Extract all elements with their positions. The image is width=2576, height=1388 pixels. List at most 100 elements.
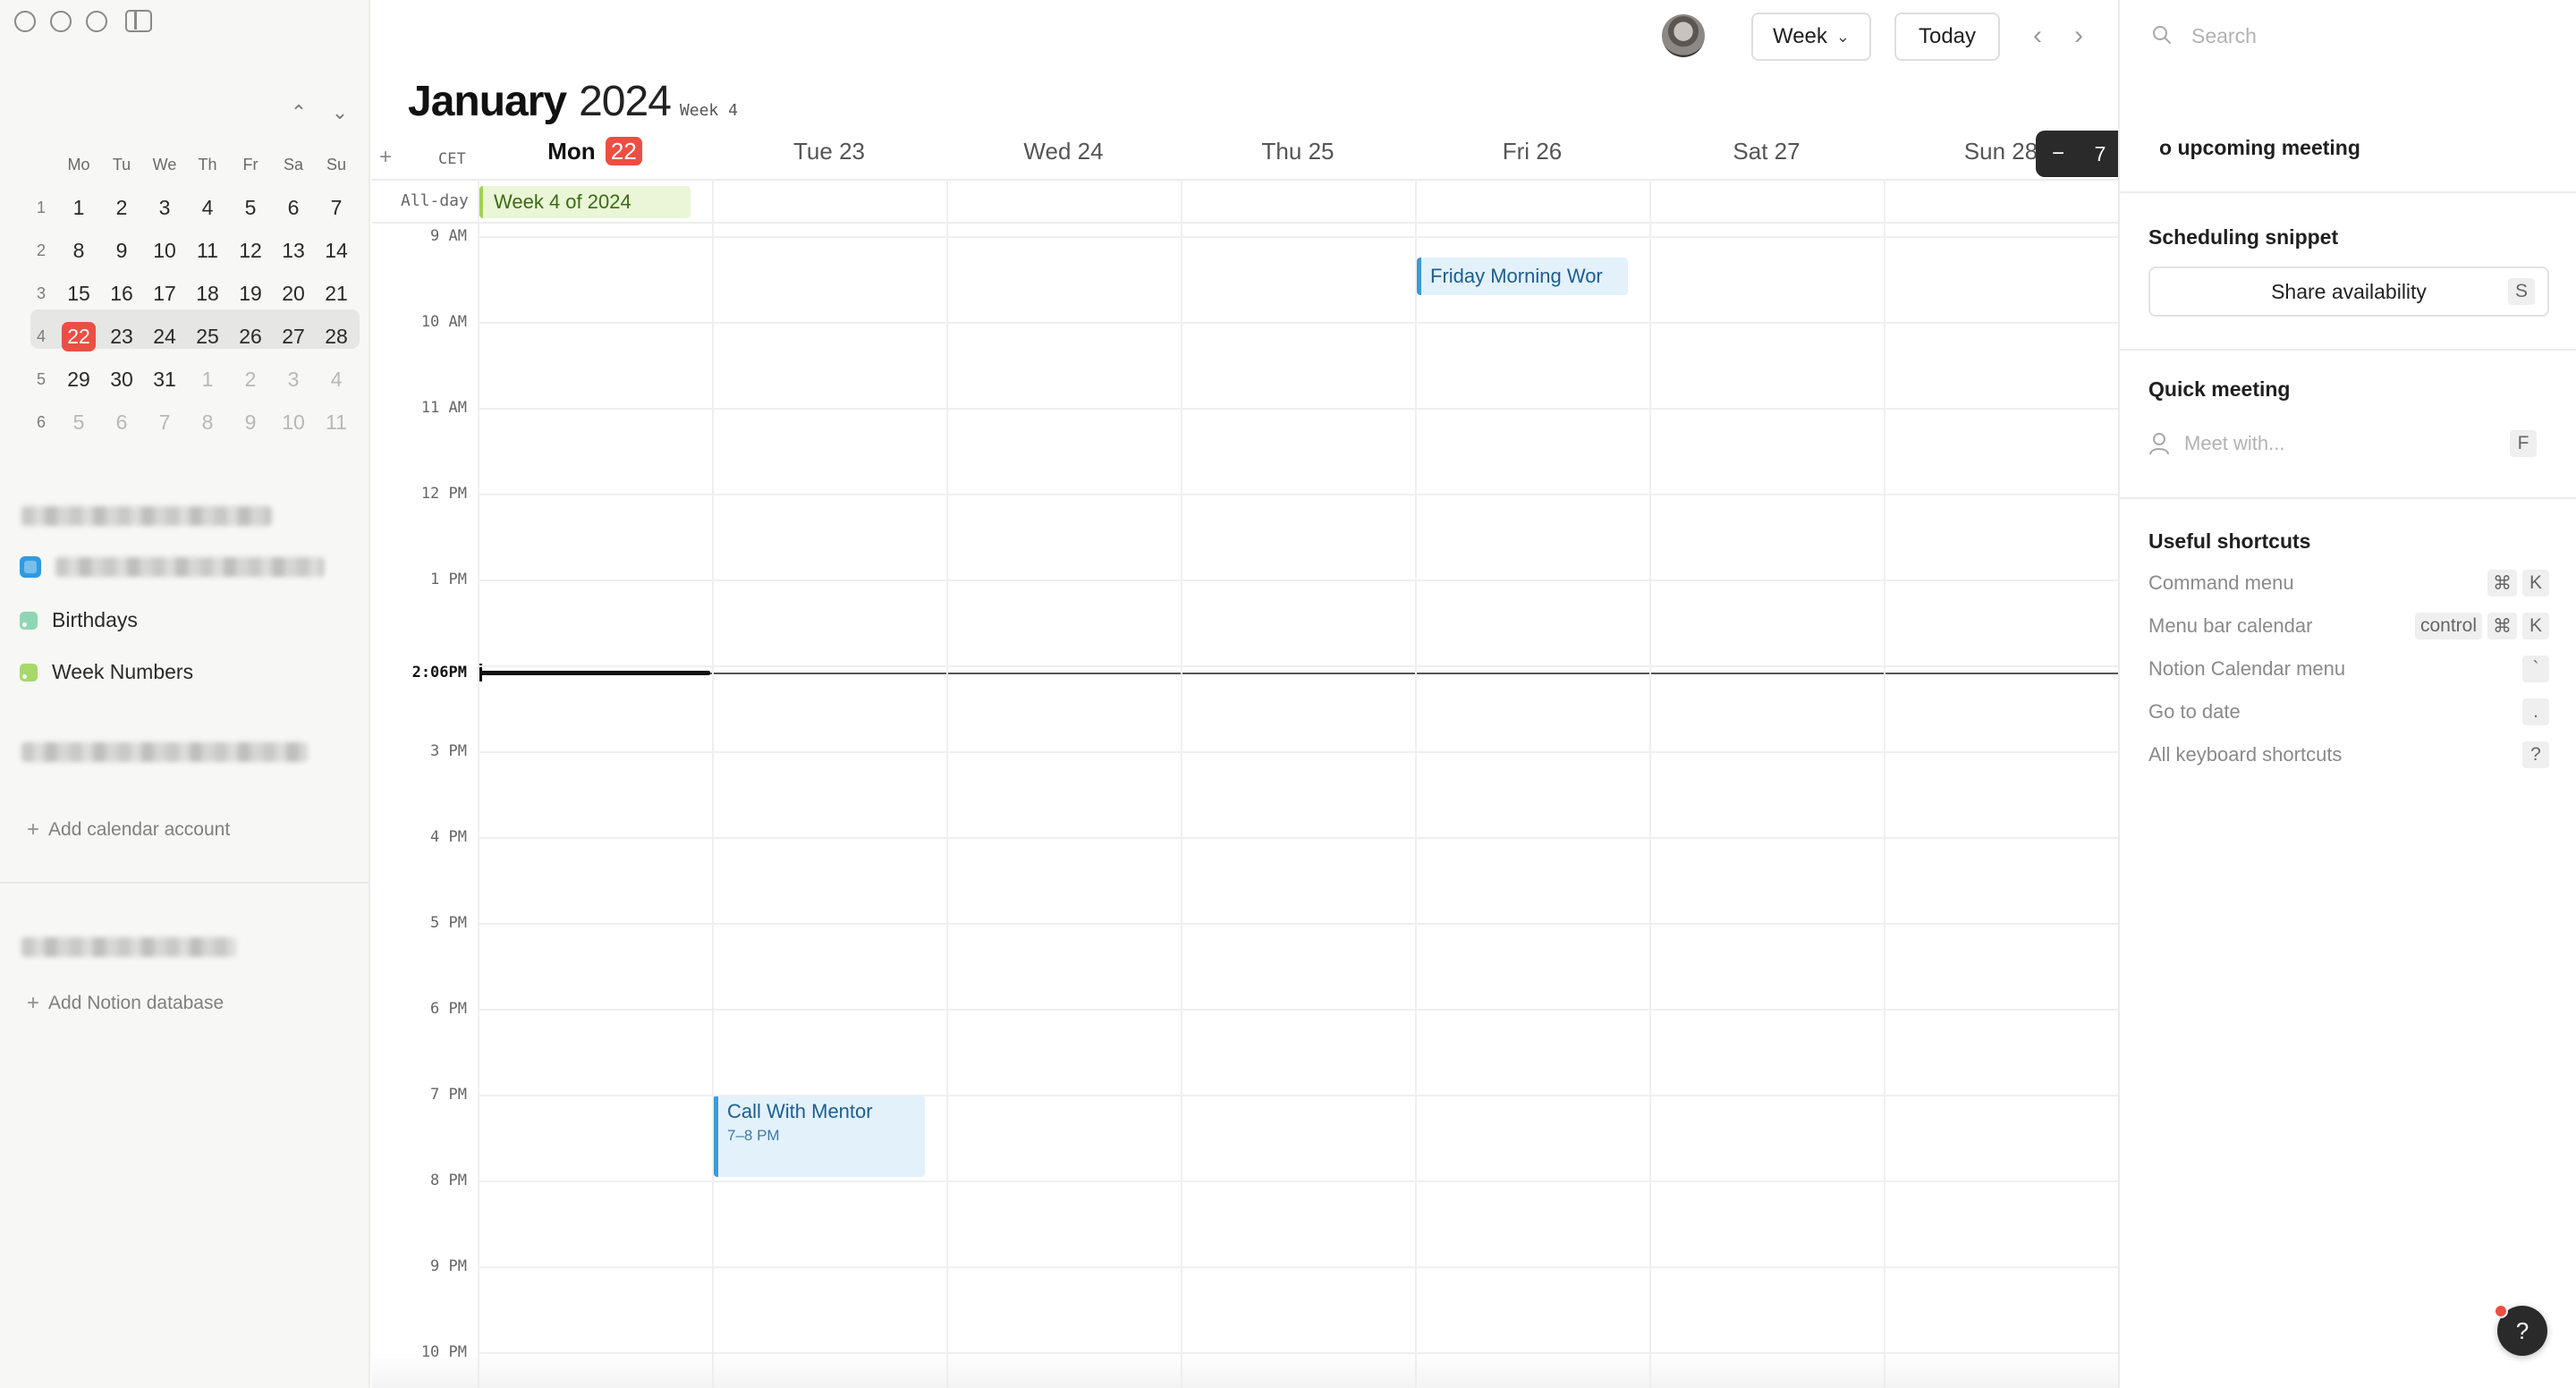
person-icon: [2148, 432, 2170, 455]
mini-calendar-day[interactable]: 30: [100, 361, 143, 397]
add-calendar-account-link[interactable]: + Add calendar account: [27, 817, 230, 842]
week-number[interactable]: 5: [25, 370, 57, 389]
calendar-checkbox-icon[interactable]: [20, 556, 41, 578]
mini-calendar-day[interactable]: 11: [186, 233, 229, 268]
time-grid[interactable]: 2:06PM Friday Morning Wor Call With Ment…: [372, 225, 2118, 1388]
week-number[interactable]: 4: [25, 327, 57, 346]
mini-calendar-day[interactable]: 2: [100, 190, 143, 225]
week-number[interactable]: 6: [25, 413, 57, 432]
mini-calendar-day[interactable]: 31: [143, 361, 186, 397]
shortcut-row[interactable]: Go to date.: [2148, 696, 2549, 728]
shortcut-row[interactable]: Menu bar calendarcontrol⌘K: [2148, 610, 2549, 642]
decrease-columns-button[interactable]: −: [2041, 137, 2075, 171]
mini-calendar-day[interactable]: 10: [272, 404, 315, 440]
shortcut-row[interactable]: Command menu⌘K: [2148, 567, 2549, 599]
mini-calendar-day[interactable]: 21: [315, 275, 358, 311]
meet-with-input[interactable]: [2184, 432, 2479, 455]
mini-calendar-week[interactable]: 6567891011: [25, 401, 358, 444]
mini-calendar-day[interactable]: 1: [57, 190, 100, 225]
chevron-up-icon[interactable]: ⌃: [286, 100, 311, 125]
view-selector-button[interactable]: Week ⌄: [1751, 13, 1871, 61]
mini-calendar-week[interactable]: 289 10 1112 13 14: [25, 229, 358, 272]
mini-calendar-day[interactable]: 3: [143, 190, 186, 225]
hour-label: 10 PM: [372, 1343, 467, 1361]
chevron-right-icon[interactable]: ›: [2063, 20, 2095, 52]
mini-calendar-day[interactable]: 17: [143, 275, 186, 311]
add-notion-database-link[interactable]: + Add Notion database: [27, 991, 224, 1016]
mini-calendar-week[interactable]: 52930311234: [25, 358, 358, 401]
mini-calendar-day[interactable]: 29: [57, 361, 100, 397]
mini-calendar-week[interactable]: 11234567: [25, 186, 358, 229]
mini-calendar-day[interactable]: 6: [272, 190, 315, 225]
event-call-with-mentor[interactable]: Call With Mentor 7–8 PM: [714, 1095, 925, 1177]
mini-calendar-day[interactable]: 8: [186, 404, 229, 440]
day-column-header[interactable]: Thu 25: [1181, 138, 1415, 165]
chevron-left-icon[interactable]: ‹: [2021, 20, 2054, 52]
mini-calendar-day[interactable]: 18: [186, 275, 229, 311]
mini-calendar-day[interactable]: 22: [57, 318, 100, 354]
mini-calendar-day[interactable]: 26: [229, 318, 272, 354]
share-availability-button[interactable]: Share availability S: [2148, 267, 2549, 317]
week-number[interactable]: 1: [25, 199, 57, 217]
mini-calendar-day[interactable]: 5: [57, 404, 100, 440]
sidebar-toggle-icon[interactable]: [125, 10, 152, 32]
mini-calendar-day[interactable]: 4: [315, 361, 358, 397]
day-number: 10: [153, 239, 176, 263]
search-input[interactable]: [2191, 20, 2531, 52]
day-column-header[interactable]: Mon 22: [478, 138, 712, 165]
mini-calendar-day[interactable]: 12: [229, 233, 272, 268]
mini-calendar-day[interactable]: 5: [229, 190, 272, 225]
meet-with-row[interactable]: F: [2148, 426, 2549, 461]
day-column-header[interactable]: Wed 24: [946, 138, 1181, 165]
window-minimize-icon[interactable]: [50, 11, 72, 32]
day-name: Thu: [1262, 138, 1302, 165]
mini-calendar-day[interactable]: 2: [229, 361, 272, 397]
mini-calendar-day[interactable]: 4: [186, 190, 229, 225]
column-count-stepper[interactable]: − 7 +: [2036, 131, 2118, 177]
mini-calendar-day[interactable]: 10: [143, 233, 186, 268]
mini-calendar-day[interactable]: 3: [272, 361, 315, 397]
calendar-item-primary[interactable]: [20, 556, 324, 578]
mini-calendar-week[interactable]: 315161718192021: [25, 272, 358, 315]
window-close-icon[interactable]: [14, 11, 36, 32]
chevron-down-icon[interactable]: ⌄: [327, 100, 352, 125]
day-column-header[interactable]: Fri 26: [1415, 138, 1649, 165]
mini-calendar-day[interactable]: 28: [315, 318, 358, 354]
mini-calendar-day[interactable]: 9: [100, 233, 143, 268]
window-zoom-icon[interactable]: [86, 11, 107, 32]
day-column-header[interactable]: Sat 27: [1649, 138, 1884, 165]
mini-calendar-day[interactable]: 20: [272, 275, 315, 311]
add-timezone-icon[interactable]: +: [379, 145, 392, 170]
shortcut-row[interactable]: Notion Calendar menu`: [2148, 653, 2549, 685]
mini-calendar-day[interactable]: 7: [143, 404, 186, 440]
mini-calendar-day[interactable]: 1: [186, 361, 229, 397]
mini-calendar-day[interactable]: 8: [57, 233, 100, 268]
day-column-header[interactable]: Tue 23: [712, 138, 946, 165]
event-friday-morning[interactable]: Friday Morning Wor: [1417, 258, 1628, 295]
today-button[interactable]: Today: [1894, 13, 2000, 61]
calendar-item-week-numbers[interactable]: Week Numbers: [20, 660, 193, 684]
mini-calendar-day[interactable]: 6: [100, 404, 143, 440]
avatar[interactable]: [1662, 14, 1705, 57]
mini-calendar-day[interactable]: 15: [57, 275, 100, 311]
mini-calendar-day[interactable]: 23: [100, 318, 143, 354]
mini-calendar-day[interactable]: 7: [315, 190, 358, 225]
mini-calendar-day[interactable]: 9: [229, 404, 272, 440]
mini-calendar-day[interactable]: 11: [315, 404, 358, 440]
week-number[interactable]: 2: [25, 241, 57, 260]
mini-calendar-day[interactable]: 24: [143, 318, 186, 354]
mini-calendar-day[interactable]: 19: [229, 275, 272, 311]
mini-calendar-day[interactable]: 16: [100, 275, 143, 311]
calendar-item-birthdays[interactable]: Birthdays: [20, 608, 138, 632]
mini-calendar-week[interactable]: 422232425262728: [25, 315, 358, 358]
day-number: 13: [282, 239, 305, 263]
mini-calendar-day[interactable]: 13: [272, 233, 315, 268]
shortcut-row[interactable]: All keyboard shortcuts?: [2148, 739, 2549, 771]
week-number[interactable]: 3: [25, 284, 57, 303]
mini-calendar-day[interactable]: 14: [315, 233, 358, 268]
timezone-label[interactable]: CET: [438, 150, 466, 168]
shortcut-key: ⌘: [2487, 570, 2517, 597]
mini-calendar-day[interactable]: 27: [272, 318, 315, 354]
allday-event[interactable]: Week 4 of 2024: [479, 186, 691, 218]
mini-calendar-day[interactable]: 25: [186, 318, 229, 354]
